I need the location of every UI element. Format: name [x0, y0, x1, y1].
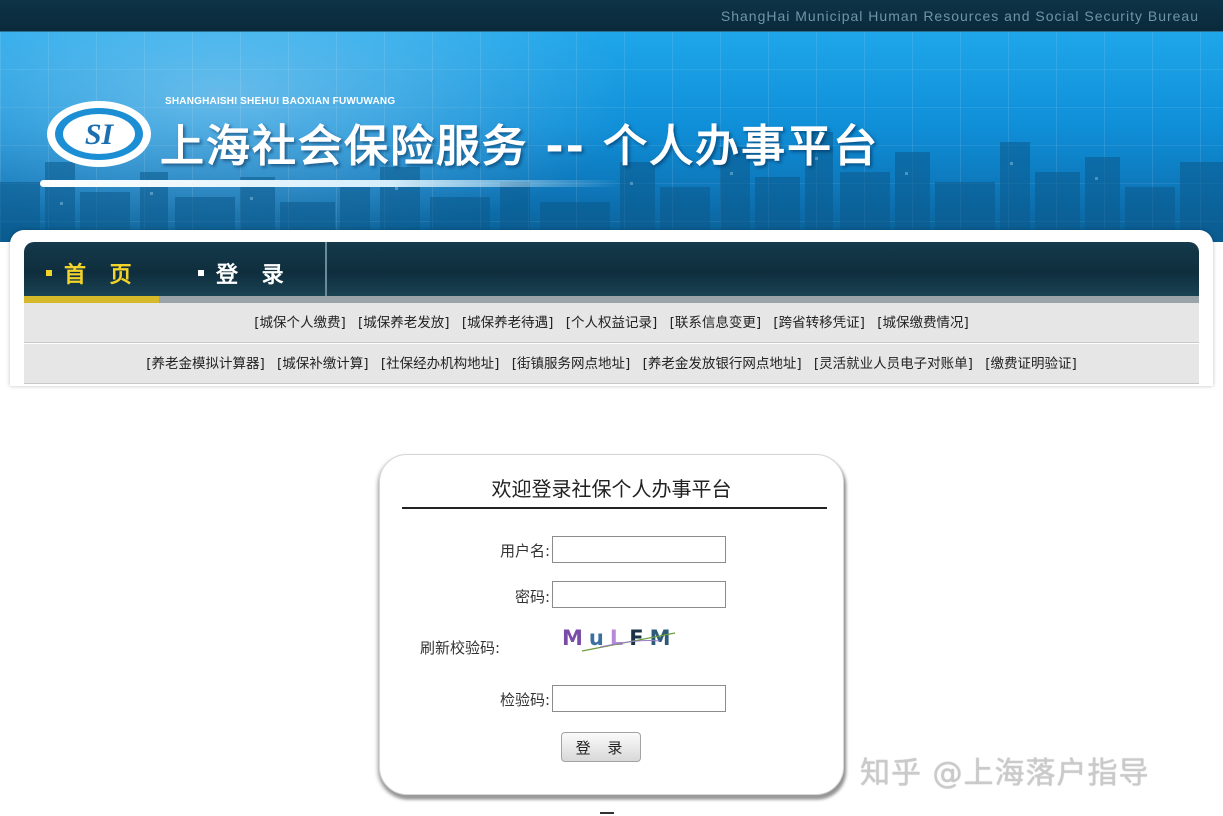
main-nav: 首 页 登 录 [24, 242, 1199, 303]
code-label: 检验码: [499, 691, 550, 709]
link-bank-branch-address[interactable]: [养老金发放银行网点地址] [643, 344, 802, 384]
link-backpay-calculator[interactable]: [城保补缴计算] [277, 344, 369, 384]
link-contact-change[interactable]: [联系信息变更] [670, 303, 762, 343]
service-links-row-2: [养老金模拟计算器] [城保补缴计算] [社保经办机构地址] [街镇服务网点地址… [24, 344, 1199, 384]
username-input[interactable] [552, 536, 726, 563]
logo-text: SI [85, 118, 115, 151]
header-banner: SI SHANGHAISHI SHEHUI BAOXIAN FUWUWANG 上… [0, 32, 1223, 242]
service-links-row-1: [城保个人缴费] [城保养老发放] [城保养老待遇] [个人权益记录] [联系信… [24, 303, 1199, 343]
top-bar: ShangHai Municipal Human Resources and S… [0, 0, 1223, 32]
link-rights-record[interactable]: [个人权益记录] [566, 303, 658, 343]
code-input[interactable] [552, 685, 726, 712]
link-payment-verification[interactable]: [缴费证明验证] [985, 344, 1077, 384]
login-title: 欢迎登录社保个人办事平台 [491, 477, 732, 501]
bottom-mark [600, 812, 614, 814]
nav-home-label: 首 页 [64, 262, 140, 288]
link-service-point-address[interactable]: [街镇服务网点地址] [512, 344, 631, 384]
link-agency-address[interactable]: [社保经办机构地址] [381, 344, 500, 384]
link-pension-issuance[interactable]: [城保养老发放] [358, 303, 450, 343]
logo-subtitle: SHANGHAISHI SHEHUI BAOXIAN FUWUWANG [165, 96, 396, 107]
nav-divider [325, 242, 327, 303]
nav-login[interactable]: 登 录 [198, 242, 292, 303]
password-label: 密码: [514, 588, 550, 606]
bullet-icon [198, 269, 204, 276]
nav-login-label: 登 录 [216, 262, 292, 288]
watermark-text: 知乎 @上海落户指导 [860, 756, 1150, 791]
login-panel: 欢迎登录社保个人办事平台 用户名: 密码: 刷新校验码: MuLFM 检验码: … [379, 454, 844, 795]
password-input[interactable] [552, 581, 726, 608]
bureau-name: ShangHai Municipal Human Resources and S… [720, 8, 1199, 24]
bullet-icon [46, 269, 52, 276]
si-logo-icon: SI [47, 101, 151, 167]
login-button[interactable]: 登 录 [561, 732, 641, 762]
link-personal-payment[interactable]: [城保个人缴费] [254, 303, 346, 343]
link-pension-calculator[interactable]: [养老金模拟计算器] [146, 344, 265, 384]
svg-text:MuLFM: MuLFM [562, 626, 677, 650]
site-title: 上海社会保险服务 -- 个人办事平台 [160, 121, 880, 172]
link-flexible-statement[interactable]: [灵活就业人员电子对账单] [814, 344, 973, 384]
username-label: 用户名: [499, 542, 550, 560]
nav-home[interactable]: 首 页 [46, 242, 140, 303]
logo-underline [40, 180, 620, 187]
login-title-rule [402, 507, 827, 509]
nav-bottom-strip [24, 296, 1199, 303]
refresh-captcha-label[interactable]: 刷新校验码: [420, 637, 545, 658]
link-pension-benefits[interactable]: [城保养老待遇] [462, 303, 554, 343]
captcha-image[interactable]: MuLFM [560, 621, 690, 655]
link-transfer-certificate[interactable]: [跨省转移凭证] [773, 303, 865, 343]
link-payment-status[interactable]: [城保缴费情况] [877, 303, 969, 343]
nav-active-indicator [24, 296, 159, 303]
